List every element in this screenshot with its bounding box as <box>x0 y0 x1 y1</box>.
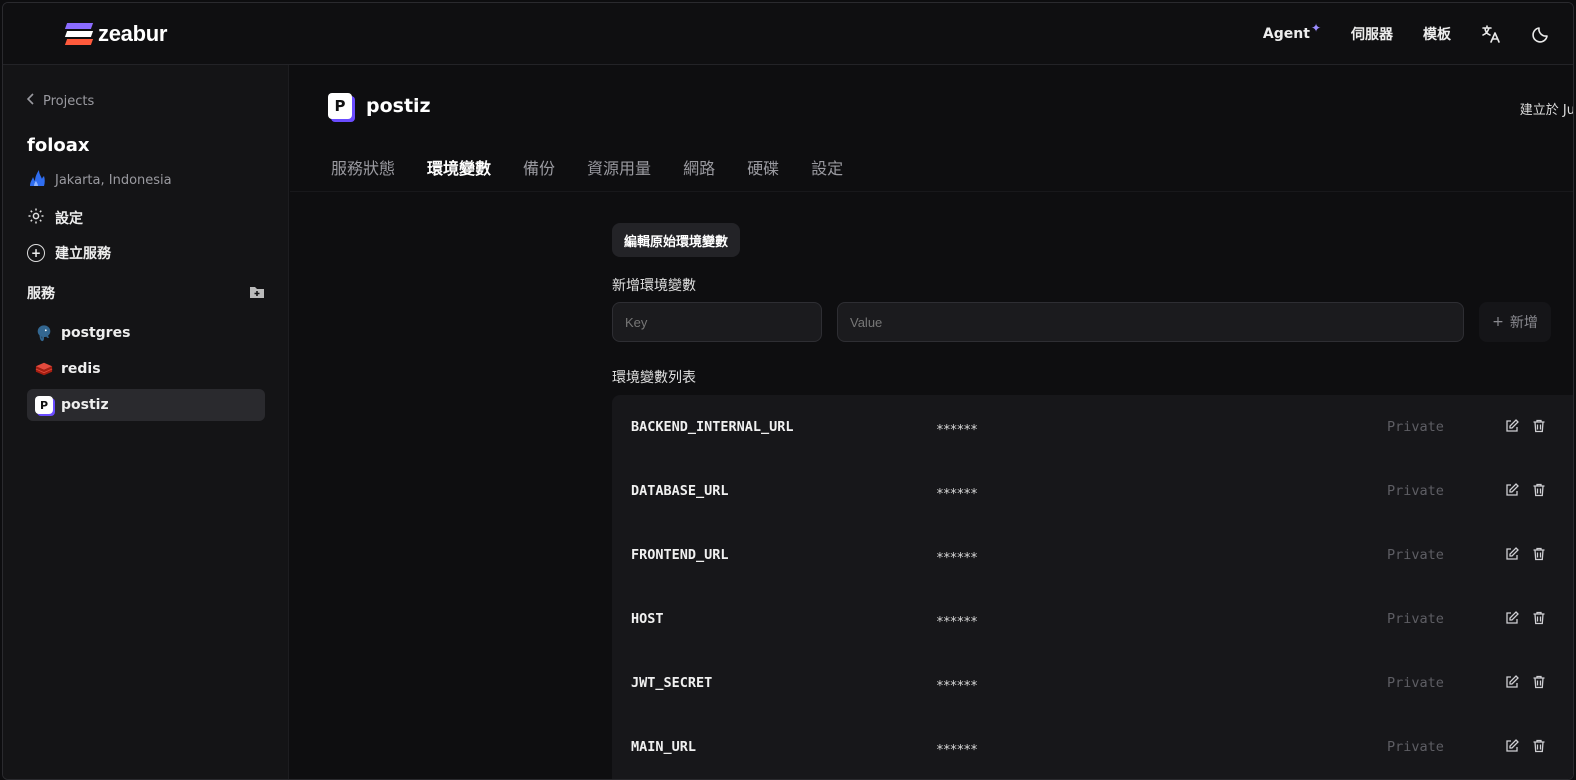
project-settings-link[interactable]: 設定 <box>27 207 83 229</box>
postiz-icon: P <box>35 396 53 414</box>
services-heading: 服務 <box>27 286 55 302</box>
edit-icon[interactable] <box>1504 418 1520 434</box>
nav-servers[interactable]: 伺服器 <box>1351 24 1393 44</box>
tab-resource-usage[interactable]: 資源用量 <box>587 155 651 189</box>
env-visibility: Private <box>1387 419 1444 435</box>
env-list-label: 環境變數列表 <box>612 370 696 386</box>
postiz-logo-icon: P <box>328 93 352 119</box>
trash-icon[interactable] <box>1531 418 1547 434</box>
env-visibility: Private <box>1387 483 1444 499</box>
env-row: BACKEND_INTERNAL_URL ****** Private <box>612 395 1573 462</box>
edit-icon[interactable] <box>1504 674 1520 690</box>
plus-icon: + <box>1492 314 1504 330</box>
nav-templates[interactable]: 模板 <box>1423 24 1451 44</box>
env-value[interactable]: ****** <box>936 718 978 779</box>
trash-icon[interactable] <box>1531 546 1547 562</box>
edit-icon[interactable] <box>1504 738 1520 754</box>
region-label: Jakarta, Indonesia <box>55 172 172 188</box>
service-name: redis <box>61 361 101 377</box>
trash-icon[interactable] <box>1531 674 1547 690</box>
project-name: foloax <box>27 135 90 156</box>
env-value[interactable]: ****** <box>936 526 978 590</box>
trash-icon[interactable] <box>1531 738 1547 754</box>
service-item-redis[interactable]: redis <box>27 353 265 385</box>
translate-icon[interactable] <box>1481 24 1501 44</box>
env-row: FRONTEND_URL ****** Private <box>612 523 1573 590</box>
env-row: MAIN_URL ****** Private <box>612 715 1573 779</box>
env-key: FRONTEND_URL <box>631 547 729 563</box>
edit-icon[interactable] <box>1504 610 1520 626</box>
env-key: BACKEND_INTERNAL_URL <box>631 419 794 435</box>
env-key: JWT_SECRET <box>631 675 713 691</box>
chevron-left-icon <box>26 93 35 109</box>
tab-env-vars[interactable]: 環境變數 <box>427 155 491 189</box>
tab-settings[interactable]: 設定 <box>811 155 843 189</box>
top-navbar: zeabur Agent✦ 伺服器 模板 <box>3 3 1573 65</box>
env-row: DATABASE_URL ****** Private <box>612 459 1573 526</box>
env-value[interactable]: ****** <box>936 462 978 526</box>
settings-label: 設定 <box>55 211 83 227</box>
zeabur-logo[interactable]: zeabur <box>64 21 168 47</box>
postgres-icon <box>35 324 53 342</box>
created-date: 建立於 Ju <box>1519 103 1574 118</box>
env-key: MAIN_URL <box>631 739 697 755</box>
dark-mode-icon[interactable] <box>1531 24 1551 44</box>
env-visibility: Private <box>1387 675 1444 691</box>
sparkle-icon: ✦ <box>1310 21 1321 35</box>
region-flame-icon <box>27 169 47 191</box>
env-value[interactable]: ****** <box>936 398 978 462</box>
service-name: postgres <box>61 325 131 341</box>
trash-icon[interactable] <box>1531 482 1547 498</box>
back-to-projects[interactable]: Projects <box>26 93 95 109</box>
env-visibility: Private <box>1387 547 1444 563</box>
tab-disk[interactable]: 硬碟 <box>747 155 779 189</box>
brand-name: zeabur <box>98 21 168 46</box>
tab-status[interactable]: 服務狀態 <box>331 155 395 189</box>
sidebar: Projects foloax Jakarta, Indonesia 設定 + <box>3 65 289 779</box>
service-title: postiz <box>366 95 431 117</box>
env-visibility: Private <box>1387 611 1444 627</box>
back-label: Projects <box>43 93 95 109</box>
gear-icon <box>27 207 45 229</box>
nav-links: Agent✦ 伺服器 模板 <box>1263 3 1551 65</box>
env-value[interactable]: ****** <box>936 654 978 718</box>
tab-divider <box>290 191 1573 192</box>
project-region: Jakarta, Indonesia <box>27 169 172 191</box>
service-header: P postiz <box>328 93 431 119</box>
env-value[interactable]: ****** <box>936 590 978 654</box>
create-service-button[interactable]: + 建立服務 <box>27 243 111 263</box>
env-row: JWT_SECRET ****** Private <box>612 651 1573 718</box>
add-folder-icon[interactable] <box>249 284 265 298</box>
add-env-button[interactable]: + 新增 <box>1479 302 1551 342</box>
add-env-label: 新增環境變數 <box>612 278 696 294</box>
nav-agent[interactable]: Agent✦ <box>1263 21 1321 42</box>
edit-raw-env-button[interactable]: 編輯原始環境變數 <box>612 223 741 257</box>
edit-icon[interactable] <box>1504 546 1520 562</box>
main-content: P postiz 建立於 Ju 服務狀態 環境變數 備份 資源用量 網路 硬碟 … <box>290 65 1574 779</box>
tab-backup[interactable]: 備份 <box>523 155 555 189</box>
service-item-postiz[interactable]: P postiz <box>27 389 265 421</box>
env-visibility: Private <box>1387 739 1444 755</box>
env-var-list: BACKEND_INTERNAL_URL ****** Private DATA… <box>612 395 1573 779</box>
zeabur-logo-icon <box>64 23 94 45</box>
env-value-input[interactable]: Value <box>837 302 1464 342</box>
env-row: HOST ****** Private <box>612 587 1573 654</box>
redis-icon <box>35 360 53 378</box>
env-key: HOST <box>631 611 664 627</box>
tab-networking[interactable]: 網路 <box>683 155 715 189</box>
add-env-label: 新增 <box>1509 315 1538 331</box>
edit-icon[interactable] <box>1504 482 1520 498</box>
trash-icon[interactable] <box>1531 610 1547 626</box>
app-window: zeabur Agent✦ 伺服器 模板 Projects foloax Jak… <box>2 2 1574 780</box>
service-tabs: 服務狀態 環境變數 備份 資源用量 網路 硬碟 設定 <box>331 155 843 189</box>
env-key-input[interactable]: Key <box>612 302 822 342</box>
create-service-label: 建立服務 <box>55 246 111 262</box>
service-item-postgres[interactable]: postgres <box>27 317 265 349</box>
plus-circle-icon: + <box>27 244 45 262</box>
env-key: DATABASE_URL <box>631 483 729 499</box>
service-name: postiz <box>61 397 109 413</box>
